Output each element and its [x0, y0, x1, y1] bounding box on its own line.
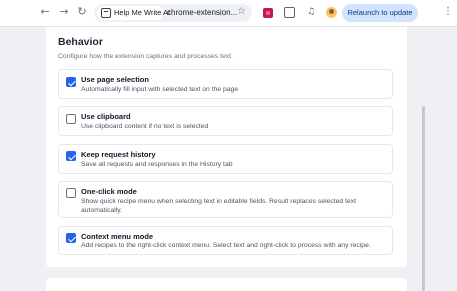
- relaunch-button[interactable]: Relaunch to update: [342, 4, 418, 22]
- bookmark-star-icon[interactable]: ☆: [237, 6, 246, 18]
- checkbox-use-clipboard[interactable]: [66, 114, 76, 124]
- option-description: Use clipboard content if no text is sele…: [81, 123, 209, 130]
- site-info-chip[interactable]: Help Me Write AI: [97, 6, 170, 20]
- option-description: Add recipes to the right-click context m…: [81, 242, 371, 249]
- puzzle-icon[interactable]: [284, 7, 295, 18]
- checkbox-use-page-selection[interactable]: [66, 77, 76, 87]
- option-description: Automatically fill input with selected t…: [81, 86, 239, 93]
- reload-icon[interactable]: ↻: [75, 5, 89, 19]
- scrollbar-thumb[interactable]: [422, 106, 425, 291]
- site-name: Help Me Write AI: [114, 8, 171, 17]
- option-label: One-click mode: [81, 187, 137, 196]
- checkbox-one-click-mode[interactable]: [66, 188, 76, 198]
- option-description: Save all requests and responses in the H…: [81, 161, 233, 168]
- option-use-page-selection[interactable]: Use page selection Automatically fill in…: [58, 69, 393, 99]
- checkbox-keep-request-history[interactable]: [66, 151, 76, 161]
- browser-toolbar: ← → ↻ Help Me Write AI chrome-extension.…: [0, 0, 457, 27]
- next-card: [46, 278, 407, 291]
- extension-page-icon: [101, 8, 111, 18]
- scrollbar-track[interactable]: [424, 27, 432, 291]
- back-icon[interactable]: ←: [38, 5, 52, 19]
- option-one-click-mode[interactable]: One-click mode Show quick recipe menu wh…: [58, 181, 393, 218]
- address-bar[interactable]: Help Me Write AI chrome-extension...: [94, 4, 252, 22]
- forward-icon[interactable]: →: [57, 5, 71, 19]
- menu-icon[interactable]: ⋮: [443, 6, 453, 18]
- section-description: Configure how the extension captures and…: [58, 53, 233, 60]
- option-context-menu-mode[interactable]: Context menu mode Add recipes to the rig…: [58, 226, 393, 255]
- section-title: Behavior: [58, 36, 103, 48]
- option-label: Keep request history: [81, 150, 156, 159]
- option-keep-request-history[interactable]: Keep request history Save all requests a…: [58, 144, 393, 174]
- media-icon[interactable]: ♫: [307, 7, 315, 18]
- option-use-clipboard[interactable]: Use clipboard Use clipboard content if n…: [58, 106, 393, 136]
- extension-icon[interactable]: [263, 8, 273, 18]
- profile-avatar[interactable]: [326, 7, 337, 18]
- option-label: Use page selection: [81, 75, 149, 84]
- checkbox-context-menu-mode[interactable]: [66, 233, 76, 243]
- option-label: Use clipboard: [81, 112, 131, 121]
- option-description: Show quick recipe menu when selecting te…: [81, 198, 357, 214]
- url-text[interactable]: chrome-extension...: [167, 8, 237, 18]
- option-label: Context menu mode: [81, 232, 154, 241]
